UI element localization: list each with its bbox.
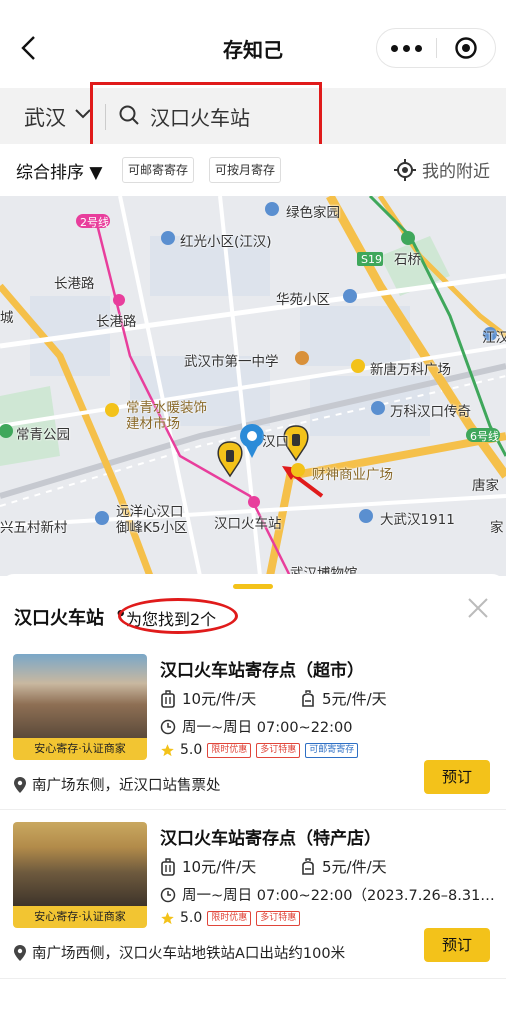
price-small: 10元/件/天 [160, 856, 256, 877]
city-selector[interactable]: 武汉 [24, 102, 66, 132]
suitcase-icon [161, 857, 175, 876]
nav-bar: 存知己 [0, 0, 506, 88]
star-icon [161, 911, 174, 924]
filter-chip-mail[interactable]: 可邮寄寄存 [122, 157, 195, 183]
map-label: 长港路 [54, 276, 95, 292]
book-button[interactable]: 预订 [424, 928, 490, 962]
clock-icon [160, 719, 176, 734]
map-label: 常青公园 [16, 427, 70, 443]
results-panel: 汉口火车站 • 为您找到2个 安心寄存·认证商家 汉口火车站寄存点（超市） 10… [0, 574, 506, 1024]
nearby-button[interactable]: 我的附近 [394, 157, 490, 182]
map-label: 兴五村新村 [0, 520, 68, 536]
tag-limited-offer: 限时优惠 [207, 742, 252, 758]
results-title: 汉口火车站 [14, 608, 104, 629]
tag-mailable: 可邮寄寄存 [305, 742, 359, 758]
map-label: 2号线 [80, 216, 109, 229]
address-text: 南广场西侧，汉口火车站地铁站A口出站约100米 [32, 946, 346, 962]
hours-text: 周一~周日 07:00~22:00 [182, 720, 353, 736]
address-text: 南广场东侧，近汉口站售票处 [32, 778, 221, 794]
store-photo: 安心寄存·认证商家 [13, 654, 147, 760]
map-label: 汉口火车站 [214, 516, 282, 532]
rating: 5.0 限时优惠 多订特惠 可邮寄寄存 [160, 742, 359, 758]
price-large-text: 5元/件/天 [322, 690, 387, 708]
map-label: 建材市场 [126, 416, 180, 432]
list-item[interactable]: 安心寄存·认证商家 汉口火车站寄存点（超市） 10元/件/天 5元/件/天 周一… [0, 654, 506, 804]
annotation-highlight-ellipse [118, 598, 238, 634]
price-small-text: 10元/件/天 [182, 858, 257, 876]
map-label: 武汉市第一中学 [184, 354, 279, 370]
clock-icon [160, 887, 176, 902]
backpack-icon [302, 857, 314, 875]
tag-multi-discount: 多订特惠 [256, 910, 301, 926]
store-address: 南广场西侧，汉口火车站地铁站A口出站约100米 [14, 942, 345, 963]
map-label: 城 [0, 310, 14, 326]
close-miniprogram-icon[interactable] [437, 28, 495, 68]
nearby-label: 我的附近 [422, 162, 490, 182]
hours-text: 周一~周日 07:00~22:00（2023.7.26–8.31… [182, 888, 495, 904]
map-label: 新唐万科广场 [370, 362, 451, 378]
map-label: 华苑小区 [276, 292, 330, 308]
filter-row: 综合排序 ▼ 可邮寄寄存 可按月寄存 我的附近 [0, 144, 506, 194]
map-label: 汉口 [262, 434, 289, 450]
star-icon [161, 743, 174, 756]
book-button[interactable]: 预订 [424, 760, 490, 794]
card-divider [0, 809, 506, 810]
suitcase-icon [161, 689, 175, 708]
filter-chip-monthly[interactable]: 可按月寄存 [209, 157, 282, 183]
close-icon[interactable] [466, 596, 490, 620]
map-label: 江汉 [482, 330, 506, 346]
map-label: 财神商业广场 [312, 467, 393, 483]
price-small-text: 10元/件/天 [182, 690, 257, 708]
map-label: 家 [490, 520, 504, 536]
store-photo: 安心寄存·认证商家 [13, 822, 147, 928]
price-large: 5元/件/天 [300, 856, 387, 877]
store-name: 汉口火车站寄存点（特产店） [160, 829, 381, 849]
sort-dropdown[interactable]: 综合排序 ▼ [16, 158, 102, 183]
store-name: 汉口火车站寄存点（超市） [160, 661, 364, 681]
tag-limited-offer: 限时优惠 [207, 910, 252, 926]
map-label: 御峰K5小区 [116, 520, 188, 536]
opening-hours: 周一~周日 07:00~22:00 [160, 716, 352, 737]
map-label: 绿色家园 [286, 205, 340, 221]
map-label: 石桥 [394, 252, 421, 268]
price-large-text: 5元/件/天 [322, 858, 387, 876]
map-label: 6号线 [470, 430, 499, 443]
store-badge: 安心寄存·认证商家 [13, 906, 147, 928]
map-label: 万科汉口传奇 [390, 404, 471, 420]
store-badge: 安心寄存·认证商家 [13, 738, 147, 760]
map-label: 长港路 [96, 314, 137, 330]
location-pin-icon [14, 944, 26, 961]
card-divider [0, 978, 506, 979]
price-large: 5元/件/天 [300, 688, 387, 709]
location-pin-icon [14, 776, 26, 793]
rating: 5.0 限时优惠 多订特惠 [160, 910, 301, 926]
rating-value: 5.0 [180, 910, 203, 926]
list-item[interactable]: 安心寄存·认证商家 汉口火车站寄存点（特产店） 10元/件/天 5元/件/天 周… [0, 822, 506, 972]
store-address: 南广场东侧，近汉口站售票处 [14, 774, 221, 795]
opening-hours: 周一~周日 07:00~22:00（2023.7.26–8.31… [160, 884, 495, 905]
locate-icon [394, 158, 416, 181]
more-icon[interactable] [377, 28, 436, 68]
price-small: 10元/件/天 [160, 688, 256, 709]
map-label: 唐家 [472, 478, 499, 494]
miniprogram-capsule [376, 28, 496, 68]
rating-value: 5.0 [180, 742, 203, 758]
tag-multi-discount: 多订特惠 [256, 742, 301, 758]
map-label: 红光小区(江汉) [180, 234, 272, 250]
backpack-icon [302, 689, 314, 707]
map-label: 大武汉1911 [380, 512, 455, 528]
map-label: S19 [361, 253, 382, 266]
drag-handle[interactable] [233, 584, 273, 589]
map-view[interactable]: 绿色家园 红光小区(江汉) 石桥 S19 长港路 长港路 华苑小区 江汉 城 武… [0, 196, 506, 576]
